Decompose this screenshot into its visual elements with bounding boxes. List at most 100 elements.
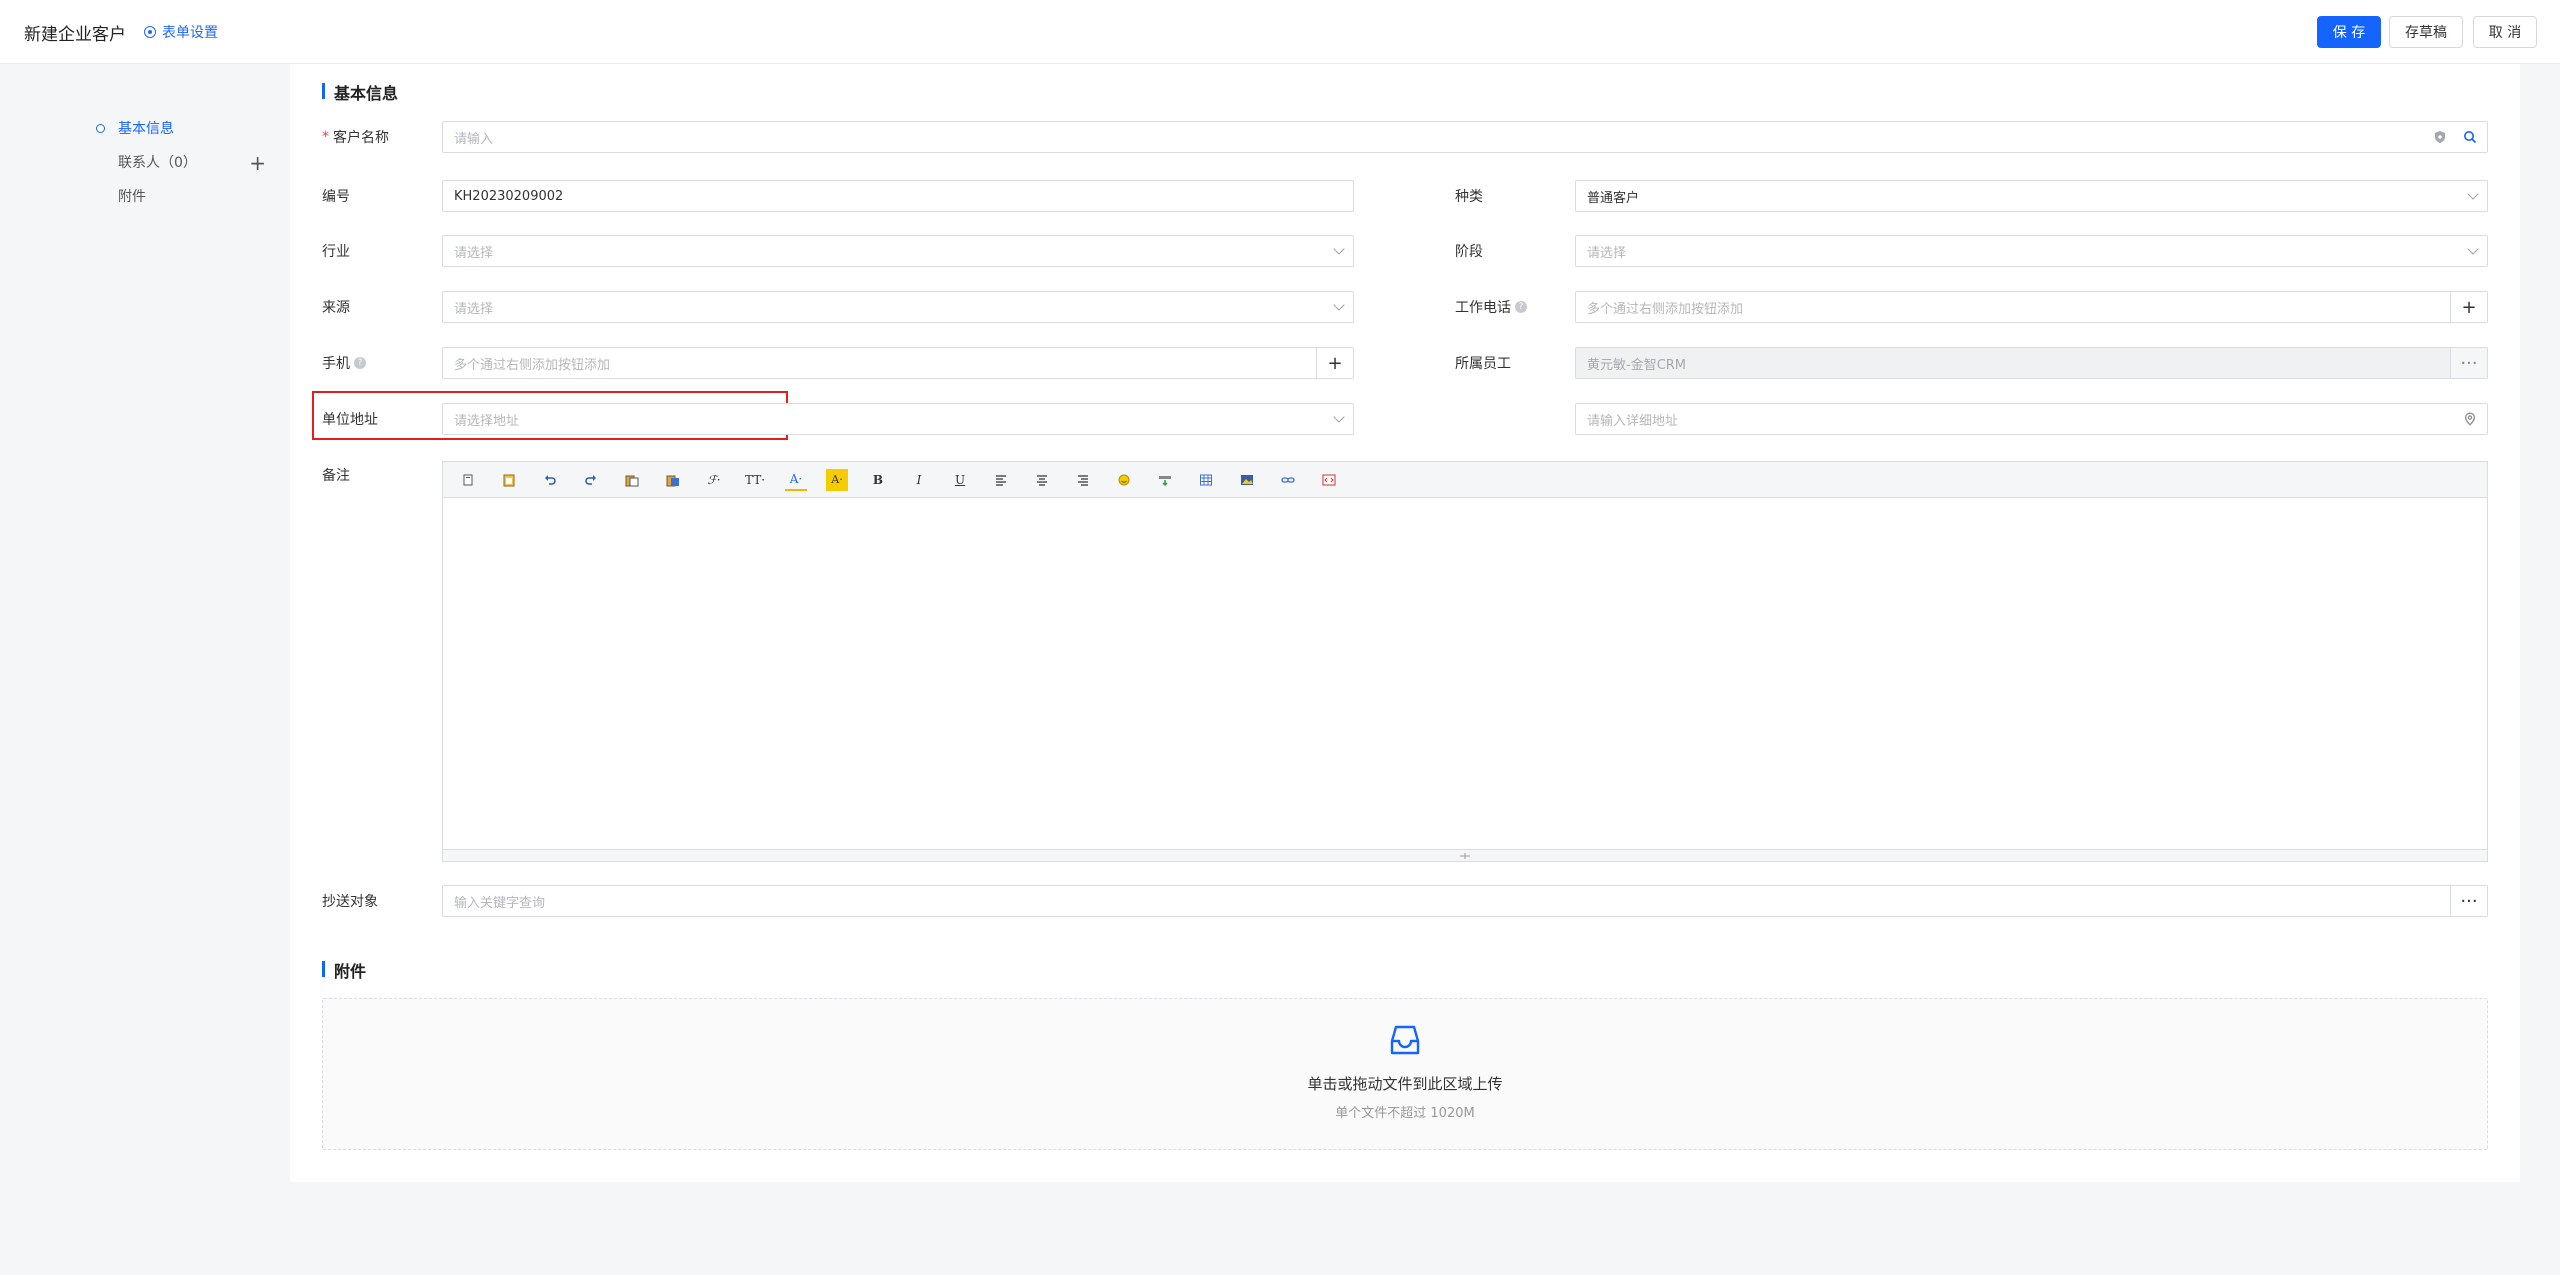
side-nav-label: 基本信息 <box>118 121 174 137</box>
location-pin-icon[interactable] <box>2463 412 2477 426</box>
save-draft-button[interactable]: 存草稿 <box>2389 16 2463 48</box>
placeholder-text: 请输入详细地址 <box>1587 413 1679 429</box>
link-icon[interactable] <box>1277 469 1299 491</box>
form-settings-link[interactable]: 表单设置 <box>144 22 218 42</box>
work-phone-input[interactable]: 多个通过右侧添加按钮添加 + <box>1575 291 2488 323</box>
shield-icon[interactable] <box>2433 130 2447 144</box>
table-icon[interactable] <box>1195 469 1217 491</box>
industry-select[interactable]: 请选择 <box>442 235 1354 267</box>
placeholder-text: 输入关键字查询 <box>454 895 546 911</box>
required-mark: * <box>322 129 329 145</box>
chevron-down-icon <box>1333 299 1345 311</box>
chevron-down-icon <box>1333 411 1345 423</box>
cc-label: 抄送对象 <box>322 894 378 910</box>
source-select[interactable]: 请选择 <box>442 291 1354 323</box>
paste-icon[interactable] <box>498 469 520 491</box>
placeholder-text: 请选择地址 <box>454 413 520 429</box>
align-left-icon[interactable] <box>990 469 1012 491</box>
paste-word-icon[interactable] <box>662 469 684 491</box>
stage-select[interactable]: 请选择 <box>1575 235 2488 267</box>
address-label: 单位地址 <box>322 412 378 428</box>
help-icon[interactable]: ? <box>354 357 366 369</box>
category-select[interactable]: 普通客户 <box>1575 180 2488 212</box>
cancel-button[interactable]: 取 消 <box>2473 16 2537 48</box>
side-nav-item-attachments[interactable]: 附件 <box>96 180 276 214</box>
save-button[interactable]: 保 存 <box>2317 16 2381 48</box>
search-icon[interactable] <box>2463 130 2477 144</box>
industry-label: 行业 <box>322 244 350 260</box>
work-phone-label: 工作电话 ? <box>1455 291 1527 323</box>
more-icon[interactable]: ··· <box>2450 886 2487 916</box>
page-title: 新建企业客户 <box>24 25 126 45</box>
side-nav-label: 联系人（0） <box>118 155 197 171</box>
emoji-icon[interactable] <box>1113 469 1135 491</box>
font-family-icon[interactable]: ℱ · <box>703 469 725 491</box>
more-icon[interactable]: ··· <box>2450 348 2487 378</box>
editor-toolbar: ℱ · TT· A· A· B I U <box>443 462 2487 498</box>
chevron-down-icon <box>2467 188 2479 200</box>
side-nav-item-basic-info[interactable]: 基本信息 <box>96 112 276 146</box>
owner-label: 所属员工 <box>1455 356 1511 372</box>
customer-name-input[interactable]: 请输入 <box>442 121 2488 153</box>
placeholder-text: 多个通过右侧添加按钮添加 <box>454 357 611 373</box>
copy-icon[interactable] <box>457 469 479 491</box>
upload-dropzone[interactable]: 单击或拖动文件到此区域上传 单个文件不超过 1020M <box>322 998 2488 1150</box>
placeholder-text: 请选择 <box>454 301 494 317</box>
label-text: 客户名称 <box>333 130 389 146</box>
undo-icon[interactable] <box>539 469 561 491</box>
gear-icon <box>144 26 156 38</box>
highlight-icon[interactable]: A· <box>826 468 848 491</box>
code-label: 编号 <box>322 189 350 205</box>
input-value: KH20230209002 <box>454 188 564 204</box>
code-icon[interactable] <box>1318 469 1340 491</box>
paste-text-icon[interactable] <box>621 469 643 491</box>
source-label: 来源 <box>322 300 350 316</box>
form-settings-label: 表单设置 <box>162 25 218 41</box>
cc-input[interactable]: 输入关键字查询 ··· <box>442 885 2488 917</box>
code-input[interactable]: KH20230209002 <box>442 180 1354 212</box>
placeholder-text: 请输入 <box>454 131 494 147</box>
label-text: 手机 <box>322 356 350 372</box>
stage-label: 阶段 <box>1455 244 1483 260</box>
remark-label: 备注 <box>322 468 350 484</box>
side-nav-item-contacts[interactable]: 联系人（0） + <box>96 146 276 180</box>
editor-resize-handle[interactable] <box>443 849 2487 861</box>
italic-icon[interactable]: I <box>908 469 930 491</box>
customer-name-label: * 客户名称 <box>322 121 389 153</box>
active-dot-icon <box>96 124 105 133</box>
plus-icon[interactable]: + <box>249 146 266 180</box>
select-value: 普通客户 <box>1587 190 1640 206</box>
placeholder-text: 请选择 <box>1587 245 1627 261</box>
redo-icon[interactable] <box>580 469 602 491</box>
label-text: 工作电话 <box>1455 300 1511 316</box>
category-label: 种类 <box>1455 189 1483 205</box>
owner-input: 黄元敏-金智CRM ··· <box>1575 347 2488 379</box>
font-color-icon[interactable]: A· <box>785 469 807 491</box>
upload-hint: 单个文件不超过 1020M <box>1335 1106 1475 1121</box>
inbox-icon <box>1390 1025 1420 1055</box>
add-mobile-button[interactable]: + <box>1316 348 1353 378</box>
placeholder-text: 请选择 <box>454 245 494 261</box>
help-icon[interactable]: ? <box>1515 301 1527 313</box>
upload-text: 单击或拖动文件到此区域上传 <box>1307 1075 1503 1093</box>
address-select[interactable]: 请选择地址 <box>442 403 1354 435</box>
font-size-icon[interactable]: TT· <box>744 469 766 491</box>
align-center-icon[interactable] <box>1031 469 1053 491</box>
rich-text-editor[interactable]: ℱ · TT· A· A· B I U <box>442 461 2488 862</box>
mobile-input[interactable]: 多个通过右侧添加按钮添加 + <box>442 347 1354 379</box>
insert-row-icon[interactable] <box>1154 469 1176 491</box>
chevron-down-icon <box>2467 243 2479 255</box>
address-detail-input[interactable]: 请输入详细地址 <box>1575 403 2488 435</box>
mobile-label: 手机 ? <box>322 347 366 379</box>
align-right-icon[interactable] <box>1072 469 1094 491</box>
resize-grip-icon <box>1460 852 1470 859</box>
add-work-phone-button[interactable]: + <box>2450 292 2487 322</box>
bold-icon[interactable]: B <box>867 469 889 491</box>
top-bar: 新建企业客户 表单设置 保 存 存草稿 取 消 <box>0 0 2560 64</box>
side-nav-label: 附件 <box>118 189 146 205</box>
placeholder-text: 多个通过右侧添加按钮添加 <box>1587 301 1744 317</box>
underline-icon[interactable]: U <box>949 469 971 491</box>
section-title-attachments: 附件 <box>322 958 366 982</box>
chevron-down-icon <box>1333 243 1345 255</box>
image-icon[interactable] <box>1236 469 1258 491</box>
